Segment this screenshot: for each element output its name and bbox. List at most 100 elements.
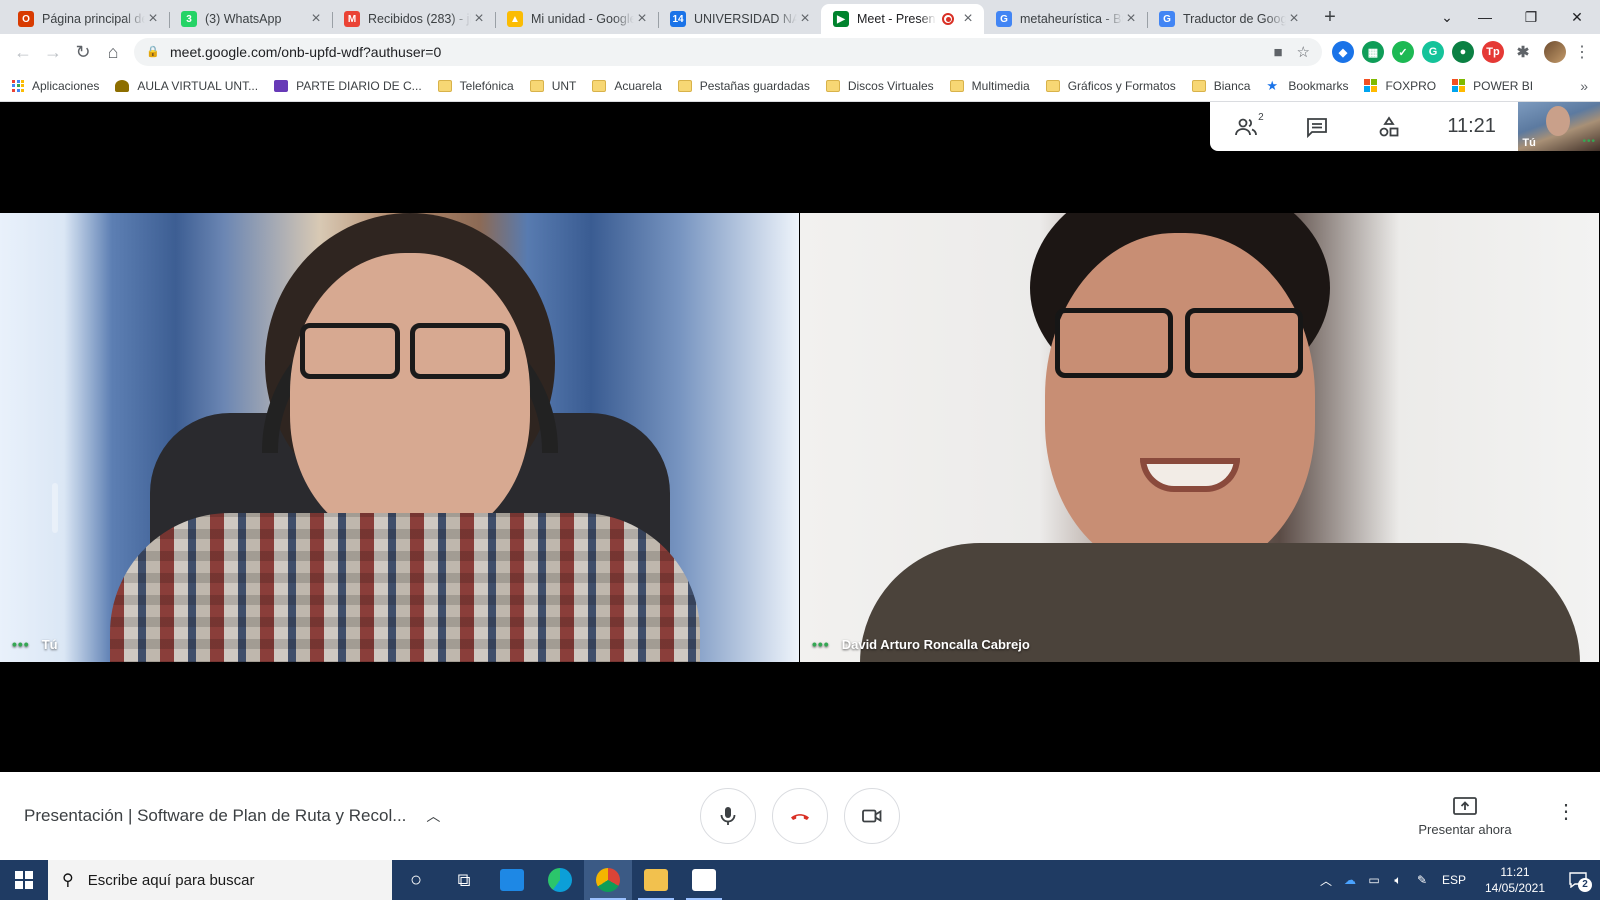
minimize-button[interactable]: — (1462, 9, 1508, 25)
bookmark-label: Aplicaciones (32, 78, 100, 93)
tile-name-participant: David Arturo Roncalla Cabrejo (841, 636, 1030, 652)
camera-in-use-icon[interactable]: ■ (1273, 44, 1282, 61)
bookmark-item[interactable]: Multimedia (949, 79, 1030, 93)
taskbar-calendar-button[interactable] (488, 860, 536, 900)
taskbar-chrome-button[interactable] (584, 860, 632, 900)
language-indicator[interactable]: ESP (1434, 873, 1474, 887)
action-center-button[interactable]: 2 (1556, 860, 1600, 900)
self-thumb-label: Tú (1522, 137, 1536, 149)
edge-icon (548, 868, 572, 892)
lock-icon[interactable]: 🔒 (146, 45, 160, 59)
system-tray: ︿ ☁ ▭ 🔈︎ ✎ ESP 11:21 14/05/2021 2 (1314, 860, 1600, 900)
tab-favicon-icon: O (18, 11, 34, 27)
bookmark-item[interactable]: ★ Bookmarks (1266, 79, 1348, 93)
participants-button[interactable]: 2 (1210, 102, 1282, 151)
network-icon[interactable]: ▭ (1362, 873, 1386, 887)
tab-title: UNIVERSIDAD NAC (694, 12, 797, 26)
browser-tab[interactable]: Gmetaheurística - Bu × (984, 4, 1147, 34)
home-button[interactable]: ⌂ (98, 37, 128, 67)
close-tab-icon[interactable]: × (1123, 11, 1139, 27)
sheets-extension-icon[interactable]: ▦ (1362, 41, 1384, 63)
bookmark-item[interactable]: PARTE DIARIO DE C... (274, 79, 422, 93)
tile-name-self: Tú (41, 636, 58, 652)
profile-avatar[interactable] (1544, 41, 1566, 63)
chevron-up-icon[interactable]: ︿ (426, 806, 440, 826)
bookmark-item[interactable]: FOXPRO (1364, 79, 1436, 93)
bookmark-item[interactable]: Discos Virtuales (825, 78, 934, 93)
bookmark-item[interactable]: Telefónica (437, 78, 514, 93)
close-window-button[interactable]: ✕ (1554, 9, 1600, 26)
browser-tab[interactable]: 14 UNIVERSIDAD NAC× (658, 4, 821, 34)
browser-tab[interactable]: ▲ Mi unidad - Google × (495, 4, 658, 34)
close-tab-icon[interactable]: × (960, 11, 976, 27)
windows-search-box[interactable]: ⚲ Escribe aquí para buscar (48, 860, 392, 900)
close-tab-icon[interactable]: × (634, 11, 650, 27)
address-bar[interactable]: 🔒 meet.google.com/onb-upfd-wdf?authuser=… (134, 38, 1322, 66)
more-bookmarks-icon[interactable]: » (1580, 78, 1588, 94)
location-extension-icon[interactable]: ● (1452, 41, 1474, 63)
browser-tab[interactable]: ▶ Meet - Present × (821, 4, 984, 34)
taskbar-file-explorer-button[interactable] (632, 860, 680, 900)
close-tab-icon[interactable]: × (145, 11, 161, 27)
tab-search-icon[interactable]: ⌄ (1432, 9, 1462, 26)
new-tab-button[interactable]: + (1316, 4, 1344, 32)
url-text[interactable]: meet.google.com/onb-upfd-wdf?authuser=0 (170, 44, 1259, 60)
present-now-button[interactable]: Presentar ahora (1405, 772, 1525, 860)
hang-up-button[interactable] (772, 788, 828, 844)
bookmark-item[interactable]: Gráficos y Formatos (1045, 79, 1176, 93)
taskbar-clock[interactable]: 11:21 14/05/2021 (1474, 864, 1556, 896)
close-tab-icon[interactable]: × (308, 11, 324, 27)
chrome-menu-icon[interactable]: ⋮ (1572, 42, 1592, 62)
bookmark-star-icon[interactable]: ☆ (1297, 43, 1310, 61)
chat-button[interactable] (1282, 102, 1354, 151)
microphone-button[interactable] (700, 788, 756, 844)
windows-taskbar: ⚲ Escribe aquí para buscar ○ ⧉ ︿ ☁ ▭ 🔈︎ ✎… (0, 860, 1600, 900)
activities-button[interactable] (1353, 102, 1425, 151)
volume-icon[interactable]: 🔈︎ (1386, 873, 1410, 888)
bookmark-item[interactable]: AULA VIRTUAL UNT... (115, 79, 258, 93)
bookmark-label: Discos Virtuales (847, 78, 934, 93)
video-tile-participant[interactable]: ••• David Arturo Roncalla Cabrejo (800, 213, 1599, 662)
start-button[interactable] (0, 860, 48, 900)
taskbar-cortana-button[interactable]: ○ (392, 860, 440, 900)
browser-tab[interactable]: G Traductor de Goog × (1147, 4, 1310, 34)
more-options-icon[interactable]: ⋮ (1556, 802, 1576, 822)
shield-extension-icon[interactable]: ◆ (1332, 41, 1354, 63)
grammarly-extension-icon[interactable]: G (1422, 41, 1444, 63)
bookmark-item[interactable]: UNT (529, 79, 576, 93)
bookmark-item[interactable]: POWER BI (1452, 79, 1533, 93)
maximize-button[interactable]: ❐ (1508, 9, 1554, 26)
taskbar-notepad-button[interactable] (680, 860, 728, 900)
bookmark-item[interactable]: Aplicaciones (12, 79, 99, 93)
show-hidden-icons-icon[interactable]: ︿ (1314, 872, 1338, 889)
browser-tab[interactable]: 3 (3) WhatsApp × (169, 4, 332, 34)
check-extension-icon[interactable]: ✓ (1392, 41, 1414, 63)
close-tab-icon[interactable]: × (1286, 11, 1302, 27)
extensions-puzzle-icon[interactable]: ✱ (1512, 41, 1534, 63)
camera-button[interactable] (844, 788, 900, 844)
reload-button[interactable]: ↻ (68, 37, 98, 67)
bookmark-item[interactable]: Acuarela (592, 79, 662, 93)
meeting-details[interactable]: Presentación | Software de Plan de Ruta … (24, 772, 440, 860)
bookmark-item[interactable]: Pestañas guardadas (677, 79, 810, 93)
taskbar-task-view-button[interactable]: ⧉ (440, 860, 488, 900)
pen-icon[interactable]: ✎ (1410, 873, 1434, 887)
side-handle[interactable] (52, 483, 58, 533)
notification-count: 2 (1578, 878, 1592, 892)
tabs-container: O Página principal de × 3 (3) WhatsApp × M Reci… (6, 0, 1310, 34)
bookmark-label: Telefónica (459, 78, 514, 93)
taskbar-edge-button[interactable] (536, 860, 584, 900)
bookmark-item[interactable]: Bianca (1191, 79, 1250, 93)
forward-button[interactable]: → (38, 37, 68, 67)
tp-extension-icon[interactable]: Tp (1482, 41, 1504, 63)
bookmark-label: POWER BI (1473, 78, 1534, 93)
browser-tab[interactable]: O Página principal de × (6, 4, 169, 34)
tab-favicon-icon: 14 (670, 11, 686, 27)
back-button[interactable]: ← (8, 37, 38, 67)
onedrive-icon[interactable]: ☁ (1338, 873, 1362, 887)
browser-tab[interactable]: M Recibidos (283) - jb × (332, 4, 495, 34)
close-tab-icon[interactable]: × (797, 11, 813, 27)
video-tile-self[interactable]: ••• Tú (0, 213, 799, 662)
close-tab-icon[interactable]: × (471, 11, 487, 27)
self-view-thumbnail[interactable]: Tú ••• (1518, 102, 1600, 151)
